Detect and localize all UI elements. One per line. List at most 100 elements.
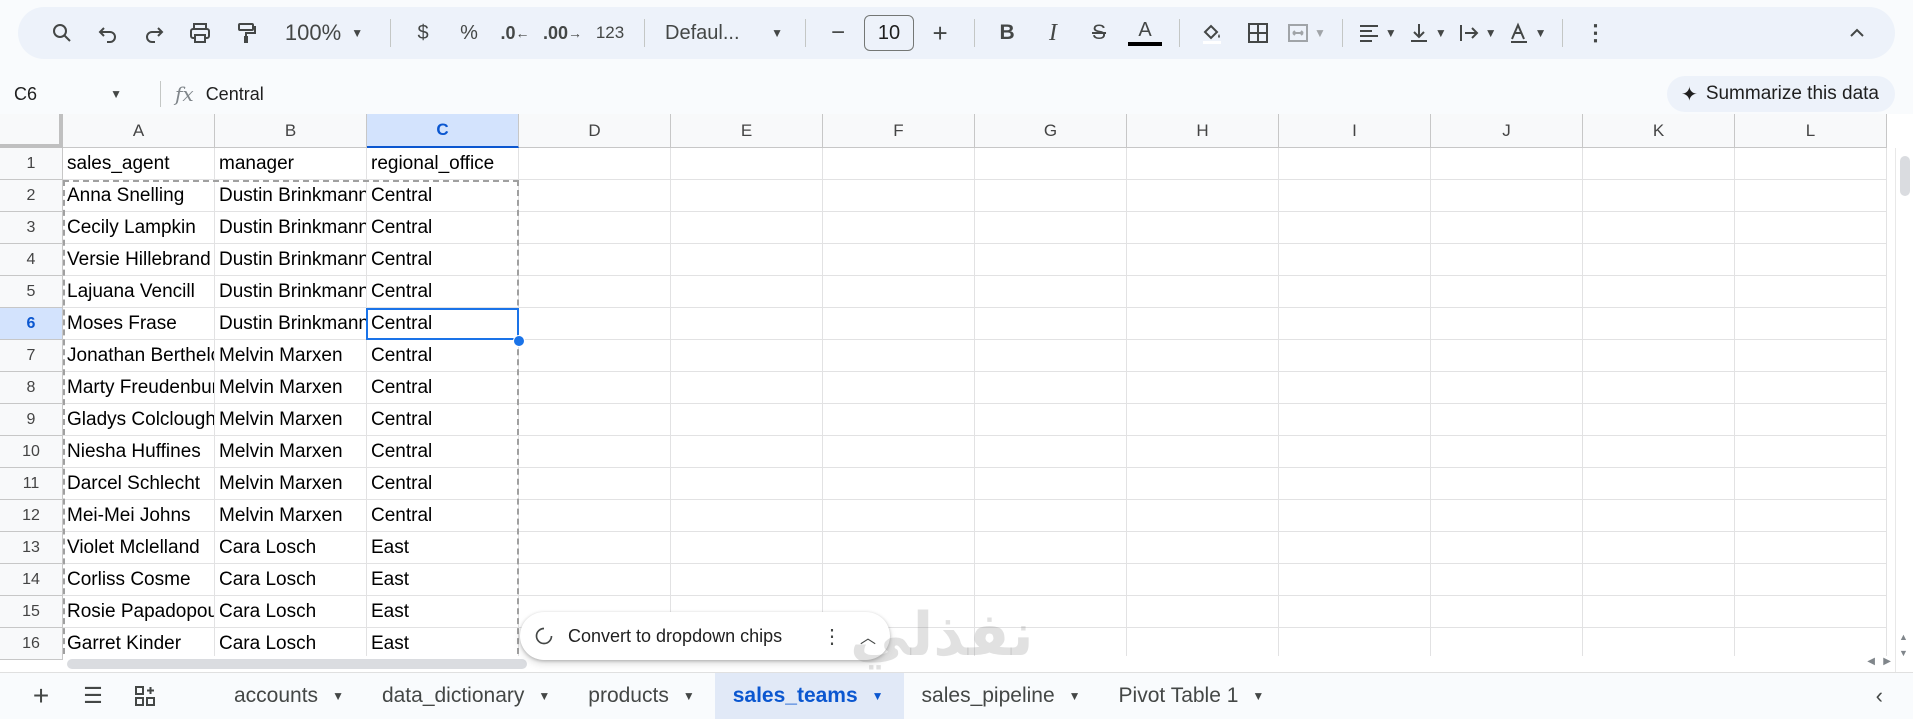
- cell-l8[interactable]: [1735, 372, 1887, 404]
- cell-k13[interactable]: [1583, 532, 1735, 564]
- cell-l4[interactable]: [1735, 244, 1887, 276]
- font-size-input[interactable]: 10: [864, 15, 915, 51]
- cell-k14[interactable]: [1583, 564, 1735, 596]
- cell-d5[interactable]: [519, 276, 671, 308]
- strikethrough-button[interactable]: S: [1081, 15, 1117, 51]
- cell-i7[interactable]: [1279, 340, 1431, 372]
- cell-f4[interactable]: [823, 244, 975, 276]
- cell-k2[interactable]: [1583, 180, 1735, 212]
- column-header-h[interactable]: H: [1127, 114, 1279, 148]
- cell-h9[interactable]: [1127, 404, 1279, 436]
- cell-e14[interactable]: [671, 564, 823, 596]
- scroll-down-arrow-icon[interactable]: ▼: [1899, 648, 1908, 658]
- sheet-tab[interactable]: sales_pipeline ▼: [904, 673, 1101, 719]
- cell-f12[interactable]: [823, 500, 975, 532]
- cell-e8[interactable]: [671, 372, 823, 404]
- cell-k4[interactable]: [1583, 244, 1735, 276]
- cell-c1[interactable]: regional_office: [367, 148, 519, 180]
- undo-icon[interactable]: [90, 15, 126, 51]
- cell-h10[interactable]: [1127, 436, 1279, 468]
- cell-i2[interactable]: [1279, 180, 1431, 212]
- cell-g6[interactable]: [975, 308, 1127, 340]
- cell-j15[interactable]: [1431, 596, 1583, 628]
- cell-g5[interactable]: [975, 276, 1127, 308]
- text-wrapping-icon[interactable]: ▼: [1457, 15, 1497, 51]
- cell-h12[interactable]: [1127, 500, 1279, 532]
- cell-a13[interactable]: Violet Mclelland: [63, 532, 215, 564]
- cell-a10[interactable]: Niesha Huffines: [63, 436, 215, 468]
- column-header-j[interactable]: J: [1431, 114, 1583, 148]
- cell-b6[interactable]: Dustin Brinkmann: [215, 308, 367, 340]
- cell-b10[interactable]: Melvin Marxen: [215, 436, 367, 468]
- more-formats-button[interactable]: 123: [592, 15, 628, 51]
- cell-a9[interactable]: Gladys Colclough: [63, 404, 215, 436]
- cell-l9[interactable]: [1735, 404, 1887, 436]
- cell-e12[interactable]: [671, 500, 823, 532]
- decrease-font-size-button[interactable]: −: [820, 15, 856, 51]
- cell-k11[interactable]: [1583, 468, 1735, 500]
- increase-decimal-button[interactable]: .00 →: [543, 15, 582, 51]
- cell-c13[interactable]: East: [367, 532, 519, 564]
- cell-a12[interactable]: Mei-Mei Johns: [63, 500, 215, 532]
- cell-h6[interactable]: [1127, 308, 1279, 340]
- cell-h3[interactable]: [1127, 212, 1279, 244]
- cell-k6[interactable]: [1583, 308, 1735, 340]
- format-percent-button[interactable]: %: [451, 15, 487, 51]
- text-color-button[interactable]: A: [1127, 15, 1163, 51]
- row-header[interactable]: 9: [0, 404, 63, 436]
- cell-e5[interactable]: [671, 276, 823, 308]
- cell-c5[interactable]: Central: [367, 276, 519, 308]
- cell-a14[interactable]: Corliss Cosme: [63, 564, 215, 596]
- explore-icon[interactable]: [124, 675, 166, 717]
- row-header[interactable]: 6: [0, 308, 63, 340]
- cell-f6[interactable]: [823, 308, 975, 340]
- cell-g7[interactable]: [975, 340, 1127, 372]
- borders-icon[interactable]: [1240, 15, 1276, 51]
- print-icon[interactable]: [182, 15, 218, 51]
- redo-icon[interactable]: [136, 15, 172, 51]
- cell-g4[interactable]: [975, 244, 1127, 276]
- cell-f9[interactable]: [823, 404, 975, 436]
- cell-g2[interactable]: [975, 180, 1127, 212]
- cell-c7[interactable]: Central: [367, 340, 519, 372]
- text-rotation-icon[interactable]: ▼: [1507, 15, 1546, 51]
- cell-d6[interactable]: [519, 308, 671, 340]
- cell-e1[interactable]: [671, 148, 823, 180]
- cell-k5[interactable]: [1583, 276, 1735, 308]
- cell-e2[interactable]: [671, 180, 823, 212]
- column-header-c[interactable]: C: [367, 114, 519, 148]
- cell-h14[interactable]: [1127, 564, 1279, 596]
- cell-i6[interactable]: [1279, 308, 1431, 340]
- cell-f11[interactable]: [823, 468, 975, 500]
- column-header-a[interactable]: A: [63, 114, 215, 148]
- cell-i11[interactable]: [1279, 468, 1431, 500]
- zoom-select[interactable]: 100% ▼: [274, 15, 374, 51]
- cell-a2[interactable]: Anna Snelling: [63, 180, 215, 212]
- cell-e4[interactable]: [671, 244, 823, 276]
- row-header[interactable]: 16: [0, 628, 63, 660]
- cell-b15[interactable]: Cara Losch: [215, 596, 367, 628]
- italic-button[interactable]: I: [1035, 15, 1071, 51]
- cell-h13[interactable]: [1127, 532, 1279, 564]
- cell-g3[interactable]: [975, 212, 1127, 244]
- cell-b12[interactable]: Melvin Marxen: [215, 500, 367, 532]
- row-header[interactable]: 7: [0, 340, 63, 372]
- sheet-tab[interactable]: Pivot Table 1 ▼: [1101, 673, 1285, 719]
- vertical-scroll-thumb[interactable]: [1900, 156, 1910, 196]
- cell-c4[interactable]: Central: [367, 244, 519, 276]
- horizontal-align-icon[interactable]: ▼: [1357, 15, 1397, 51]
- cell-l7[interactable]: [1735, 340, 1887, 372]
- cell-g15[interactable]: [975, 596, 1127, 628]
- cell-j13[interactable]: [1431, 532, 1583, 564]
- cell-l3[interactable]: [1735, 212, 1887, 244]
- cell-d9[interactable]: [519, 404, 671, 436]
- cell-k12[interactable]: [1583, 500, 1735, 532]
- cell-l11[interactable]: [1735, 468, 1887, 500]
- cell-j12[interactable]: [1431, 500, 1583, 532]
- cell-b8[interactable]: Melvin Marxen: [215, 372, 367, 404]
- cell-c9[interactable]: Central: [367, 404, 519, 436]
- column-header-l[interactable]: L: [1735, 114, 1887, 148]
- cell-l10[interactable]: [1735, 436, 1887, 468]
- cell-l1[interactable]: [1735, 148, 1887, 180]
- cell-c12[interactable]: Central: [367, 500, 519, 532]
